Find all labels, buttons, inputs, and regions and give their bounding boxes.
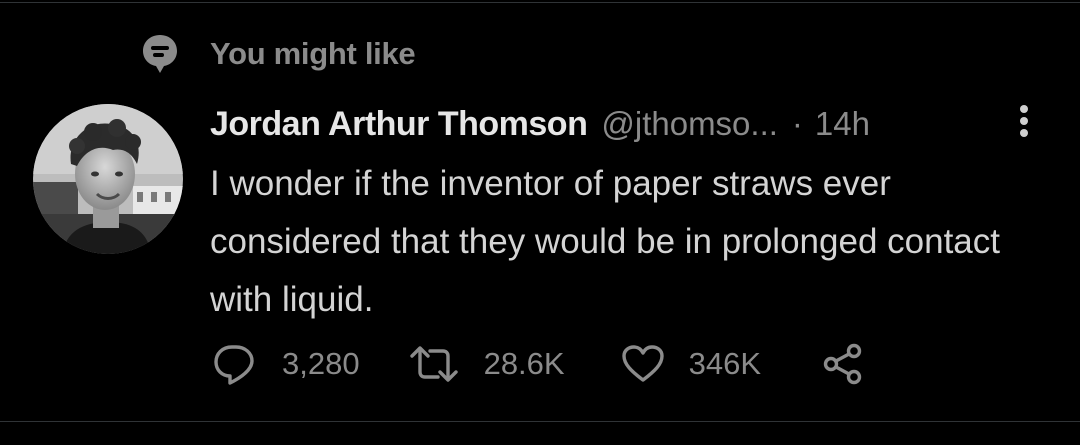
heart-icon	[621, 344, 665, 384]
retweet-icon	[408, 344, 460, 384]
like-count: 346K	[688, 346, 761, 381]
share-icon	[821, 342, 865, 386]
avatar[interactable]	[33, 104, 183, 254]
separator-dot: ·	[791, 105, 803, 142]
recommendation-context: You might like	[140, 32, 416, 76]
timestamp[interactable]: 14h	[815, 105, 870, 143]
context-label: You might like	[210, 36, 416, 71]
author-name[interactable]: Jordan Arthur Thomson	[210, 105, 588, 144]
tweet-actions: 3,280 28.6K 346K	[212, 340, 865, 388]
tweet-text: I wonder if the inventor of paper straws…	[210, 164, 1000, 319]
top-divider	[0, 2, 1080, 3]
reply-count: 3,280	[282, 346, 360, 381]
tweet-header: Jordan Arthur Thomson @jthomso... · 14h	[210, 100, 1055, 148]
more-vertical-icon	[1019, 104, 1029, 143]
retweet-button[interactable]: 28.6K	[408, 344, 565, 384]
reply-icon	[212, 342, 258, 386]
retweet-count: 28.6K	[483, 346, 565, 381]
like-button[interactable]: 346K	[621, 344, 761, 384]
share-button[interactable]	[821, 342, 865, 386]
reply-button[interactable]: 3,280	[212, 342, 360, 386]
more-options-button[interactable]	[1008, 100, 1040, 146]
author-handle[interactable]: @jthomso...	[601, 105, 778, 143]
topic-bubble-icon	[140, 32, 180, 76]
bottom-divider	[0, 421, 1080, 422]
